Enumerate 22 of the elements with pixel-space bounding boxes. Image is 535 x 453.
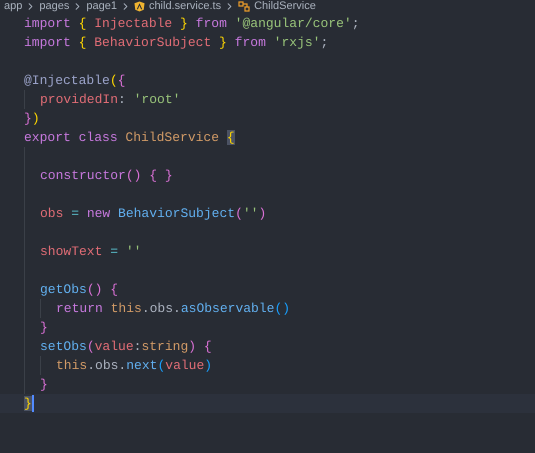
breadcrumb-item[interactable]: pages <box>39 1 70 12</box>
class-symbol-icon <box>238 1 250 12</box>
code-line: import { BehaviorSubject } from 'rxjs'; <box>24 34 328 52</box>
code-line: this.obs.next(value) <box>56 357 212 375</box>
code-line: constructor() { } <box>40 167 173 185</box>
code-line: }) <box>24 110 40 128</box>
code-line: } <box>40 376 48 394</box>
breadcrumb-item[interactable]: app <box>4 1 22 12</box>
code-line: showText = '' <box>40 243 142 261</box>
code-line: return this.obs.asObservable() <box>56 300 290 318</box>
code-line: setObs(value:string) { <box>40 338 212 356</box>
code-line: @Injectable({ <box>24 72 126 90</box>
code-line: providedIn: 'root' <box>40 91 180 109</box>
code-line: import { Injectable } from '@angular/core'; <box>24 15 360 33</box>
text-cursor <box>32 395 34 412</box>
code-line: export class ChildService { <box>24 129 235 147</box>
code-line: obs = new BehaviorSubject('') <box>40 205 266 223</box>
breadcrumb-item[interactable]: page1 <box>86 1 117 12</box>
code-line: getObs() { <box>40 281 118 299</box>
code-line: } <box>40 319 48 337</box>
breadcrumb-item[interactable]: ChildService <box>254 1 316 12</box>
breadcrumb-item[interactable]: child.service.ts <box>148 1 222 12</box>
